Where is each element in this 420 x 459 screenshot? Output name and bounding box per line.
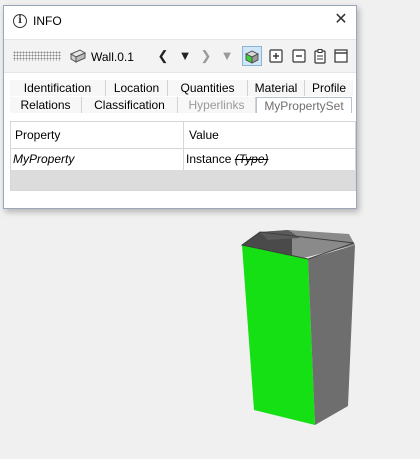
isolate-button[interactable] [242, 46, 262, 66]
remove-button[interactable] [290, 46, 308, 66]
window-button[interactable] [332, 46, 350, 66]
tab-classification[interactable]: Classification [82, 97, 178, 113]
tab-mypropertyset[interactable]: MyPropertySet [256, 97, 352, 113]
info-icon: i [13, 14, 27, 28]
arrow-left-icon: ❮ [157, 48, 169, 63]
toolbar: Wall.0.1 ❮ ▼ ❯ ▼ [4, 39, 356, 73]
dropdown-icon: ▼ [178, 48, 192, 63]
tab-profile[interactable]: Profile [305, 80, 353, 96]
toolbar-grip[interactable] [13, 51, 61, 61]
wall-front-face [242, 245, 315, 425]
next-object-button[interactable]: ❯ [197, 46, 215, 66]
table-empty-area [11, 170, 355, 190]
selected-wall-model[interactable] [240, 228, 360, 428]
tab-hyperlinks[interactable]: Hyperlinks [178, 97, 256, 113]
window-icon [334, 49, 348, 63]
add-icon [269, 49, 283, 63]
tab-relations[interactable]: Relations [10, 97, 82, 113]
dropdown-icon: ▼ [220, 48, 234, 63]
table-row[interactable]: MyProperty Instance (Type) [11, 149, 355, 170]
remove-icon [292, 49, 306, 63]
secondary-dropdown-button[interactable]: ▼ [218, 46, 236, 66]
previous-object-button[interactable]: ❮ [154, 46, 172, 66]
close-button[interactable]: ✕ [332, 10, 350, 30]
tab-identification[interactable]: Identification [10, 80, 106, 96]
clipboard-icon [314, 49, 326, 64]
property-name-cell[interactable]: MyProperty [11, 149, 184, 170]
column-header-value[interactable]: Value [184, 122, 355, 148]
column-header-property[interactable]: Property [11, 122, 184, 148]
property-value-cell[interactable]: Instance (Type) [184, 149, 355, 170]
tab-material[interactable]: Material [248, 80, 305, 96]
clipboard-button[interactable] [311, 46, 329, 66]
add-button[interactable] [267, 46, 285, 66]
wall-icon [70, 49, 86, 63]
3d-viewport[interactable]: i INFO ✕ Wall.0.1 ❮ ▼ ❯ ▼ Identification… [0, 0, 420, 459]
tab-bar: Identification Location Quantities Mater… [8, 76, 353, 118]
wall-side-face [308, 245, 355, 425]
property-table: Property Value MyProperty Instance (Type… [10, 121, 356, 191]
value-type-text: (Type) [234, 152, 269, 166]
object-dropdown-button[interactable]: ▼ [176, 46, 194, 66]
arrow-right-icon: ❯ [200, 48, 212, 63]
window-title: INFO [33, 14, 62, 28]
value-instance-text: Instance [186, 152, 232, 166]
title-bar[interactable]: i INFO ✕ [4, 6, 356, 36]
object-name: Wall.0.1 [91, 50, 134, 64]
info-window: i INFO ✕ Wall.0.1 ❮ ▼ ❯ ▼ Identification… [3, 5, 357, 209]
tab-quantities[interactable]: Quantities [168, 80, 248, 96]
tab-location[interactable]: Location [106, 80, 168, 96]
isolate-icon [245, 50, 259, 64]
